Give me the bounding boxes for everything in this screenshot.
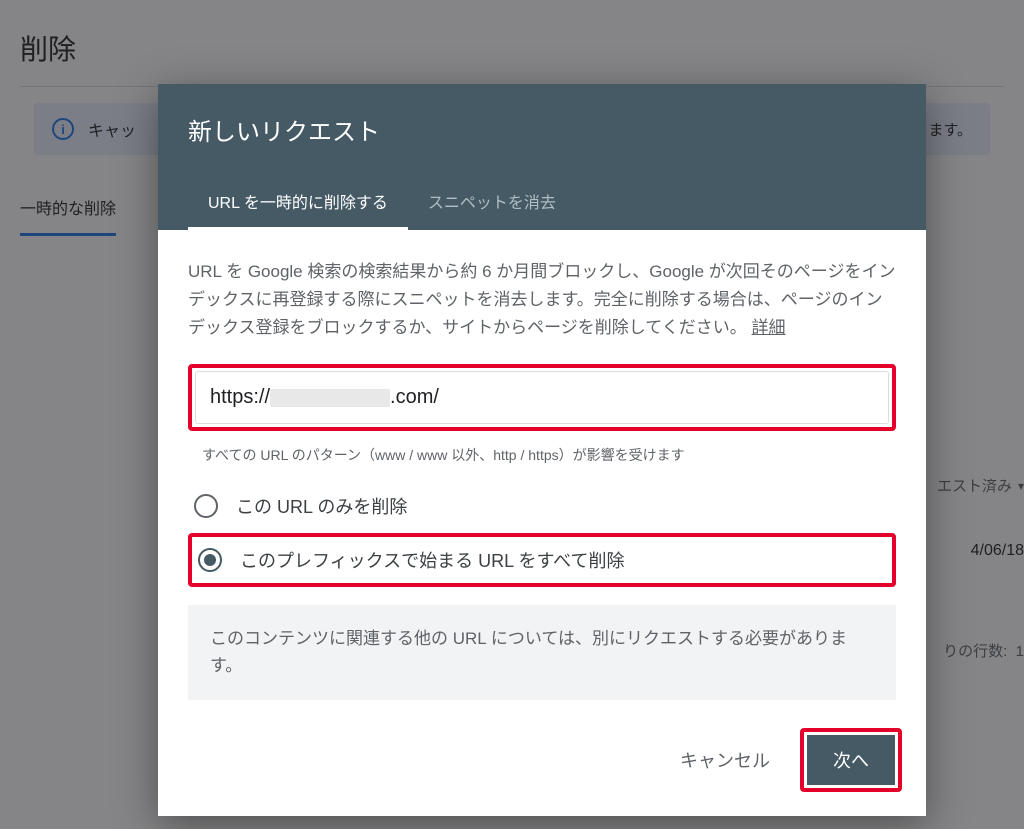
related-urls-note: このコンテンツに関連する他の URL については、別にリクエストする必要がありま… [188, 605, 896, 699]
dialog-tabs: URL を一時的に削除する スニペットを消去 [188, 175, 896, 230]
next-button[interactable]: 次へ [807, 735, 895, 785]
radio-label: このプレフィックスで始まる URL をすべて削除 [240, 547, 624, 573]
radio-prefix-highlight: このプレフィックスで始まる URL をすべて削除 [188, 533, 896, 587]
tab-temp-remove-url[interactable]: URL を一時的に削除する [188, 175, 408, 230]
radio-label: この URL のみを削除 [236, 493, 407, 519]
radio-icon [198, 548, 222, 572]
radio-prefix-all[interactable]: このプレフィックスで始まる URL をすべて削除 [196, 539, 888, 581]
radio-icon [194, 494, 218, 518]
dialog-description: URL を Google 検索の検索結果から約 6 か月間ブロックし、Googl… [188, 258, 896, 342]
new-request-dialog: 新しいリクエスト URL を一時的に削除する スニペットを消去 URL を Go… [158, 84, 926, 816]
dialog-footer: キャンセル 次へ [158, 708, 926, 816]
url-input-highlight: https://.com/ [188, 364, 896, 431]
redacted-domain [270, 389, 390, 407]
url-help-text: すべての URL のパターン（www / www 以外、http / https… [188, 437, 896, 483]
dialog-title: 新しいリクエスト [188, 112, 896, 147]
learn-more-link[interactable]: 詳細 [752, 318, 786, 337]
next-button-highlight: 次へ [800, 728, 902, 792]
cancel-button[interactable]: キャンセル [664, 735, 786, 785]
tab-clear-snippet[interactable]: スニペットを消去 [408, 175, 576, 230]
url-input[interactable]: https://.com/ [195, 371, 889, 424]
dialog-header: 新しいリクエスト URL を一時的に削除する スニペットを消去 [158, 84, 926, 230]
dialog-body: URL を Google 検索の検索結果から約 6 か月間ブロックし、Googl… [158, 230, 926, 708]
radio-only-this-url[interactable]: この URL のみを削除 [188, 483, 896, 529]
